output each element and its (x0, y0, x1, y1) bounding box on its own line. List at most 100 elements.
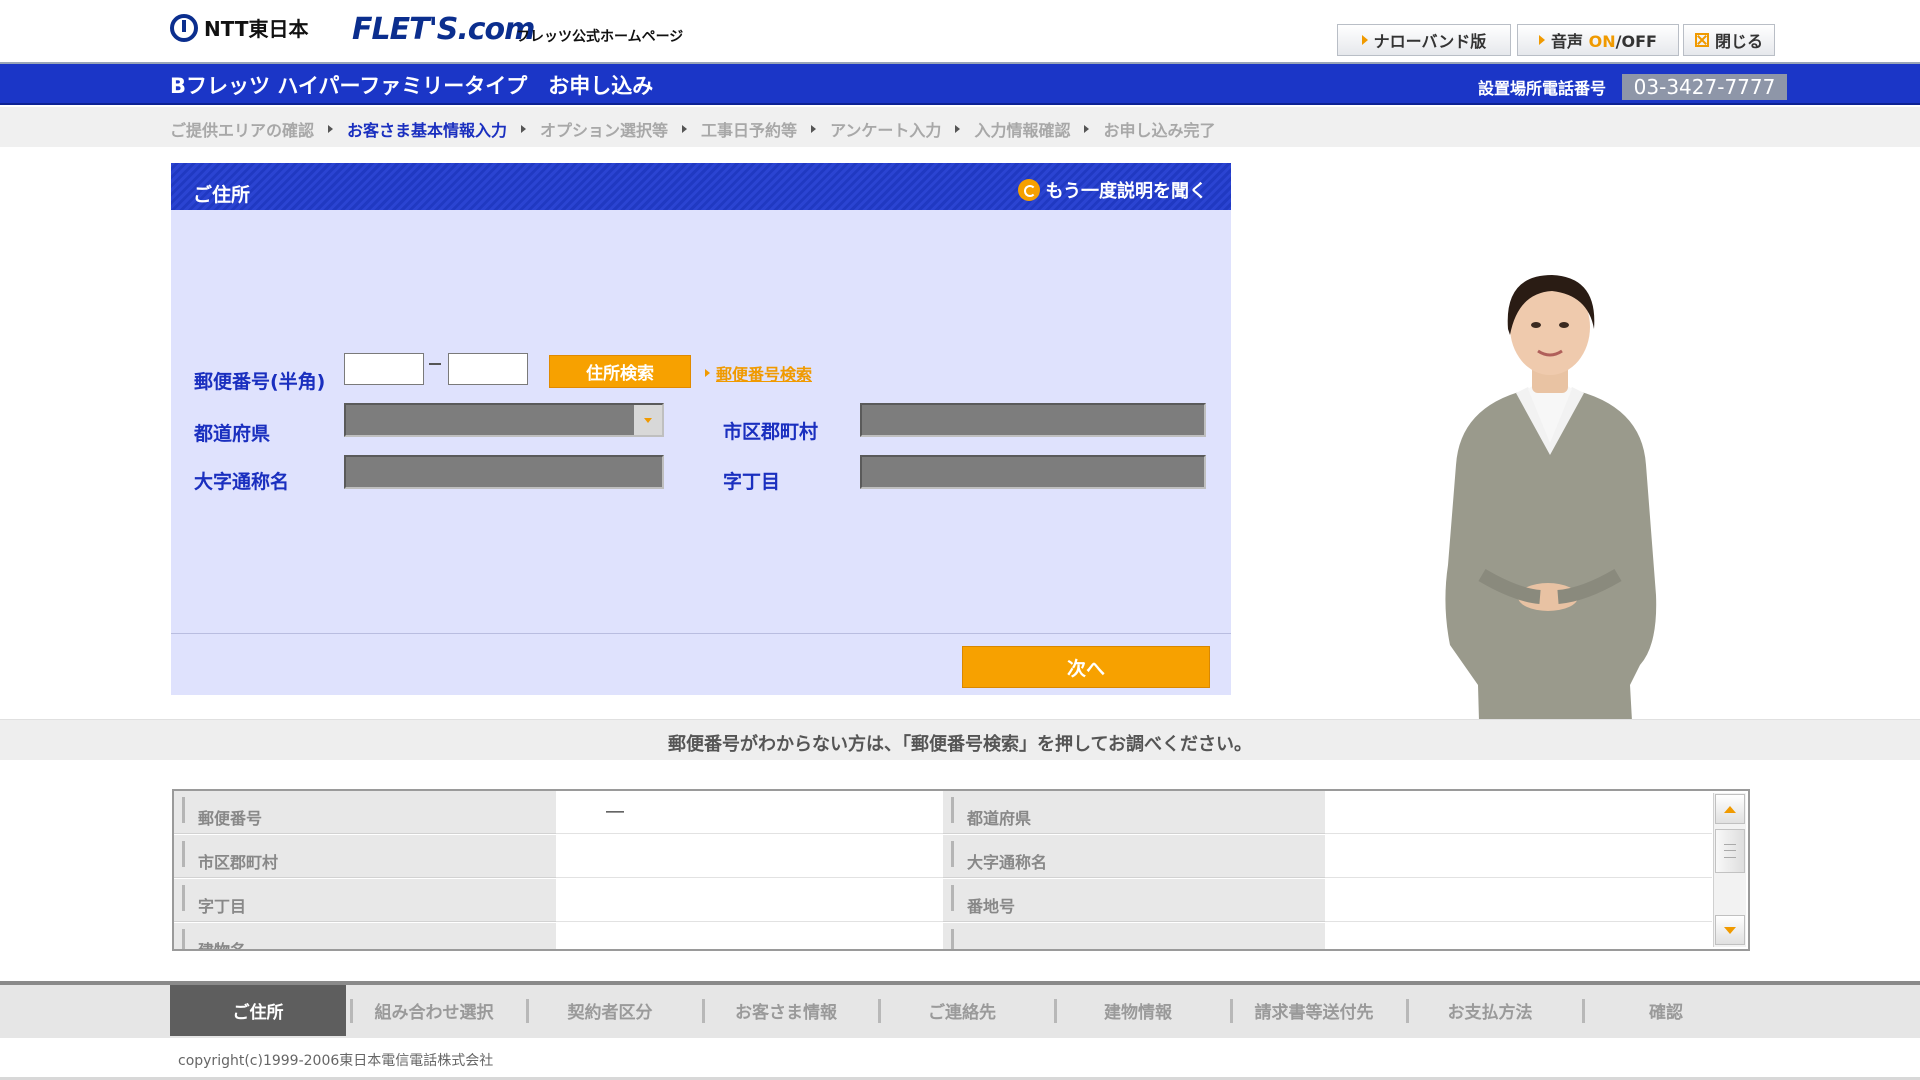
summary-label: 番地号 (943, 879, 1325, 922)
tab-item[interactable]: 確認 (1578, 985, 1754, 1036)
postal-dash (429, 363, 441, 365)
section-tab-bar: ご住所 組み合わせ選択 契約者区分 お客さま情報 ご連絡先 建物情報 請求書等送付先 お支払方… (0, 981, 1920, 1038)
summary-value: ― (556, 791, 943, 834)
chevron-down-icon[interactable] (634, 405, 662, 435)
arrow-right-icon (1361, 35, 1368, 45)
oaza-field[interactable] (344, 455, 664, 489)
panel-title: ご住所 (193, 184, 251, 206)
copyright: copyright(c)1999-2006東日本電信電話株式会社 (178, 1053, 494, 1069)
table-row: 市区郡町村 大字通称名 (174, 835, 1712, 879)
prefecture-select[interactable] (344, 403, 664, 437)
progress-steps: ご提供エリアの確認 お客さま基本情報入力 オプション選択等 工事日予約等 アンケート入力… (0, 107, 1920, 147)
summary-label: 郵便番号 (174, 791, 556, 834)
info-message: 郵便番号がわからない方は、「郵便番号検索」を押してお調べください。 (668, 734, 1252, 755)
postal-code-first-input[interactable] (344, 353, 424, 385)
arrow-right-icon (1539, 35, 1546, 45)
summary-label: 市区郡町村 (174, 835, 556, 878)
summary-value (556, 923, 943, 949)
voice-label: 音声 ON/OFF (1551, 32, 1657, 51)
summary-scrollbar[interactable] (1713, 793, 1746, 947)
address-panel: ご住所 もう一度説明を聞く 郵便番号(半角) 住所検索 郵便番号検索 都道府県 … (171, 163, 1231, 695)
tab-item[interactable]: 契約者区分 (522, 985, 698, 1036)
arrow-up-icon (1724, 805, 1736, 813)
postal-code-search-label: 郵便番号検索 (716, 365, 813, 384)
phone-label: 設置場所電話番号 (1478, 79, 1607, 98)
info-strip: 郵便番号がわからない方は、「郵便番号検索」を押してお調べください。 (0, 719, 1920, 760)
ntt-logo-icon (170, 13, 198, 42)
address-summary-table: 郵便番号 ― 都道府県市区郡町村 大字通称名字丁目 番地号建物名 (172, 789, 1750, 951)
postal-code-label: 郵便番号(半角) (194, 371, 326, 393)
scroll-up-button[interactable] (1715, 794, 1745, 824)
address-search-button[interactable]: 住所検索 (549, 355, 691, 388)
postal-code-search-link[interactable]: 郵便番号検索 (705, 361, 812, 385)
voice-toggle-button[interactable]: 音声 ON/OFF (1517, 24, 1679, 56)
summary-value (1325, 879, 1712, 922)
flets-subtitle: フレッツ公式ホームページ (516, 29, 684, 45)
city-field[interactable] (860, 403, 1206, 437)
tab-item[interactable]: お支払方法 (1402, 985, 1578, 1036)
step-item: アンケート入力 (830, 121, 942, 140)
prefecture-label: 都道府県 (194, 423, 271, 445)
title-bar: Bフレッツ ハイパーファミリータイプ お申し込み 設置場所電話番号 03-342… (0, 64, 1920, 105)
tab-item[interactable]: 建物情報 (1050, 985, 1226, 1036)
narrowband-label: ナローバンド版 (1373, 32, 1487, 51)
step-item: 入力情報確認 (974, 121, 1071, 140)
step-arrow-icon (811, 125, 817, 133)
step-list: ご提供エリアの確認 お客さま基本情報入力 オプション選択等 工事日予約等 アンケート入力… (170, 117, 1215, 141)
summary-value (556, 879, 943, 922)
chome-field[interactable] (860, 455, 1206, 489)
tab-item[interactable]: お客さま情報 (698, 985, 874, 1036)
tab-track: ご住所 組み合わせ選択 契約者区分 お客さま情報 ご連絡先 建物情報 請求書等送付先 お支払方… (170, 985, 1754, 1036)
step-arrow-icon (328, 125, 334, 133)
summary-label: 大字通称名 (943, 835, 1325, 878)
tab-item[interactable]: ご連絡先 (874, 985, 1050, 1036)
phone-number: 03-3427-7777 (1622, 74, 1787, 100)
table-row: 字丁目 番地号 (174, 879, 1712, 923)
postal-code-second-input[interactable] (448, 353, 528, 385)
summary-label: 字丁目 (174, 879, 556, 922)
presenter-video (1445, 275, 1657, 757)
replay-icon (1017, 179, 1040, 201)
scroll-down-button[interactable] (1715, 915, 1745, 945)
top-header: NTT東日本 FLET'S.com フレッツ公式ホームページ ナローバンド版 音… (0, 0, 1920, 64)
arrow-right-icon (705, 369, 710, 377)
table-row: 建物名 (174, 923, 1712, 949)
panel-divider (171, 633, 1231, 634)
oaza-label: 大字通称名 (194, 471, 290, 493)
summary-label (943, 923, 1325, 949)
summary-value (1325, 791, 1712, 834)
close-button[interactable]: 閉じる (1683, 24, 1775, 56)
replay-label: もう一度説明を聞く (1045, 181, 1207, 202)
step-arrow-icon (955, 125, 961, 133)
step-item: ご提供エリアの確認 (170, 121, 315, 140)
close-label: 閉じる (1714, 32, 1763, 51)
summary-value (1325, 835, 1712, 878)
replay-explanation-button[interactable]: もう一度説明を聞く (1017, 177, 1207, 203)
close-icon (1694, 33, 1709, 47)
step-arrow-icon (1084, 125, 1090, 133)
next-button[interactable]: 次へ (962, 646, 1210, 688)
step-item: お客さま基本情報入力 (347, 121, 508, 140)
tab-item[interactable]: ご住所 (170, 985, 346, 1036)
step-item: 工事日予約等 (701, 121, 798, 140)
ntt-logo-text: NTT東日本 (204, 17, 309, 41)
chome-label: 字丁目 (723, 471, 781, 493)
tab-item[interactable]: 請求書等送付先 (1226, 985, 1402, 1036)
narrowband-button[interactable]: ナローバンド版 (1337, 24, 1511, 56)
summary-label: 建物名 (174, 923, 556, 949)
step-arrow-icon (521, 125, 527, 133)
page-title: Bフレッツ ハイパーファミリータイプ お申し込み (170, 74, 654, 98)
summary-value (1325, 923, 1712, 949)
scroll-thumb[interactable] (1715, 829, 1745, 873)
summary-value (556, 835, 943, 878)
step-item: オプション選択等 (540, 121, 669, 140)
flets-logo[interactable]: FLET'S.com (352, 12, 535, 47)
ntt-east-logo[interactable]: NTT東日本 (170, 13, 308, 42)
arrow-down-icon (1724, 926, 1736, 934)
summary-label: 都道府県 (943, 791, 1325, 834)
step-item: お申し込み完了 (1103, 121, 1216, 140)
step-arrow-icon (682, 125, 688, 133)
tab-item[interactable]: 組み合わせ選択 (346, 985, 522, 1036)
city-label: 市区郡町村 (723, 421, 819, 443)
grip-icon (1724, 844, 1736, 858)
